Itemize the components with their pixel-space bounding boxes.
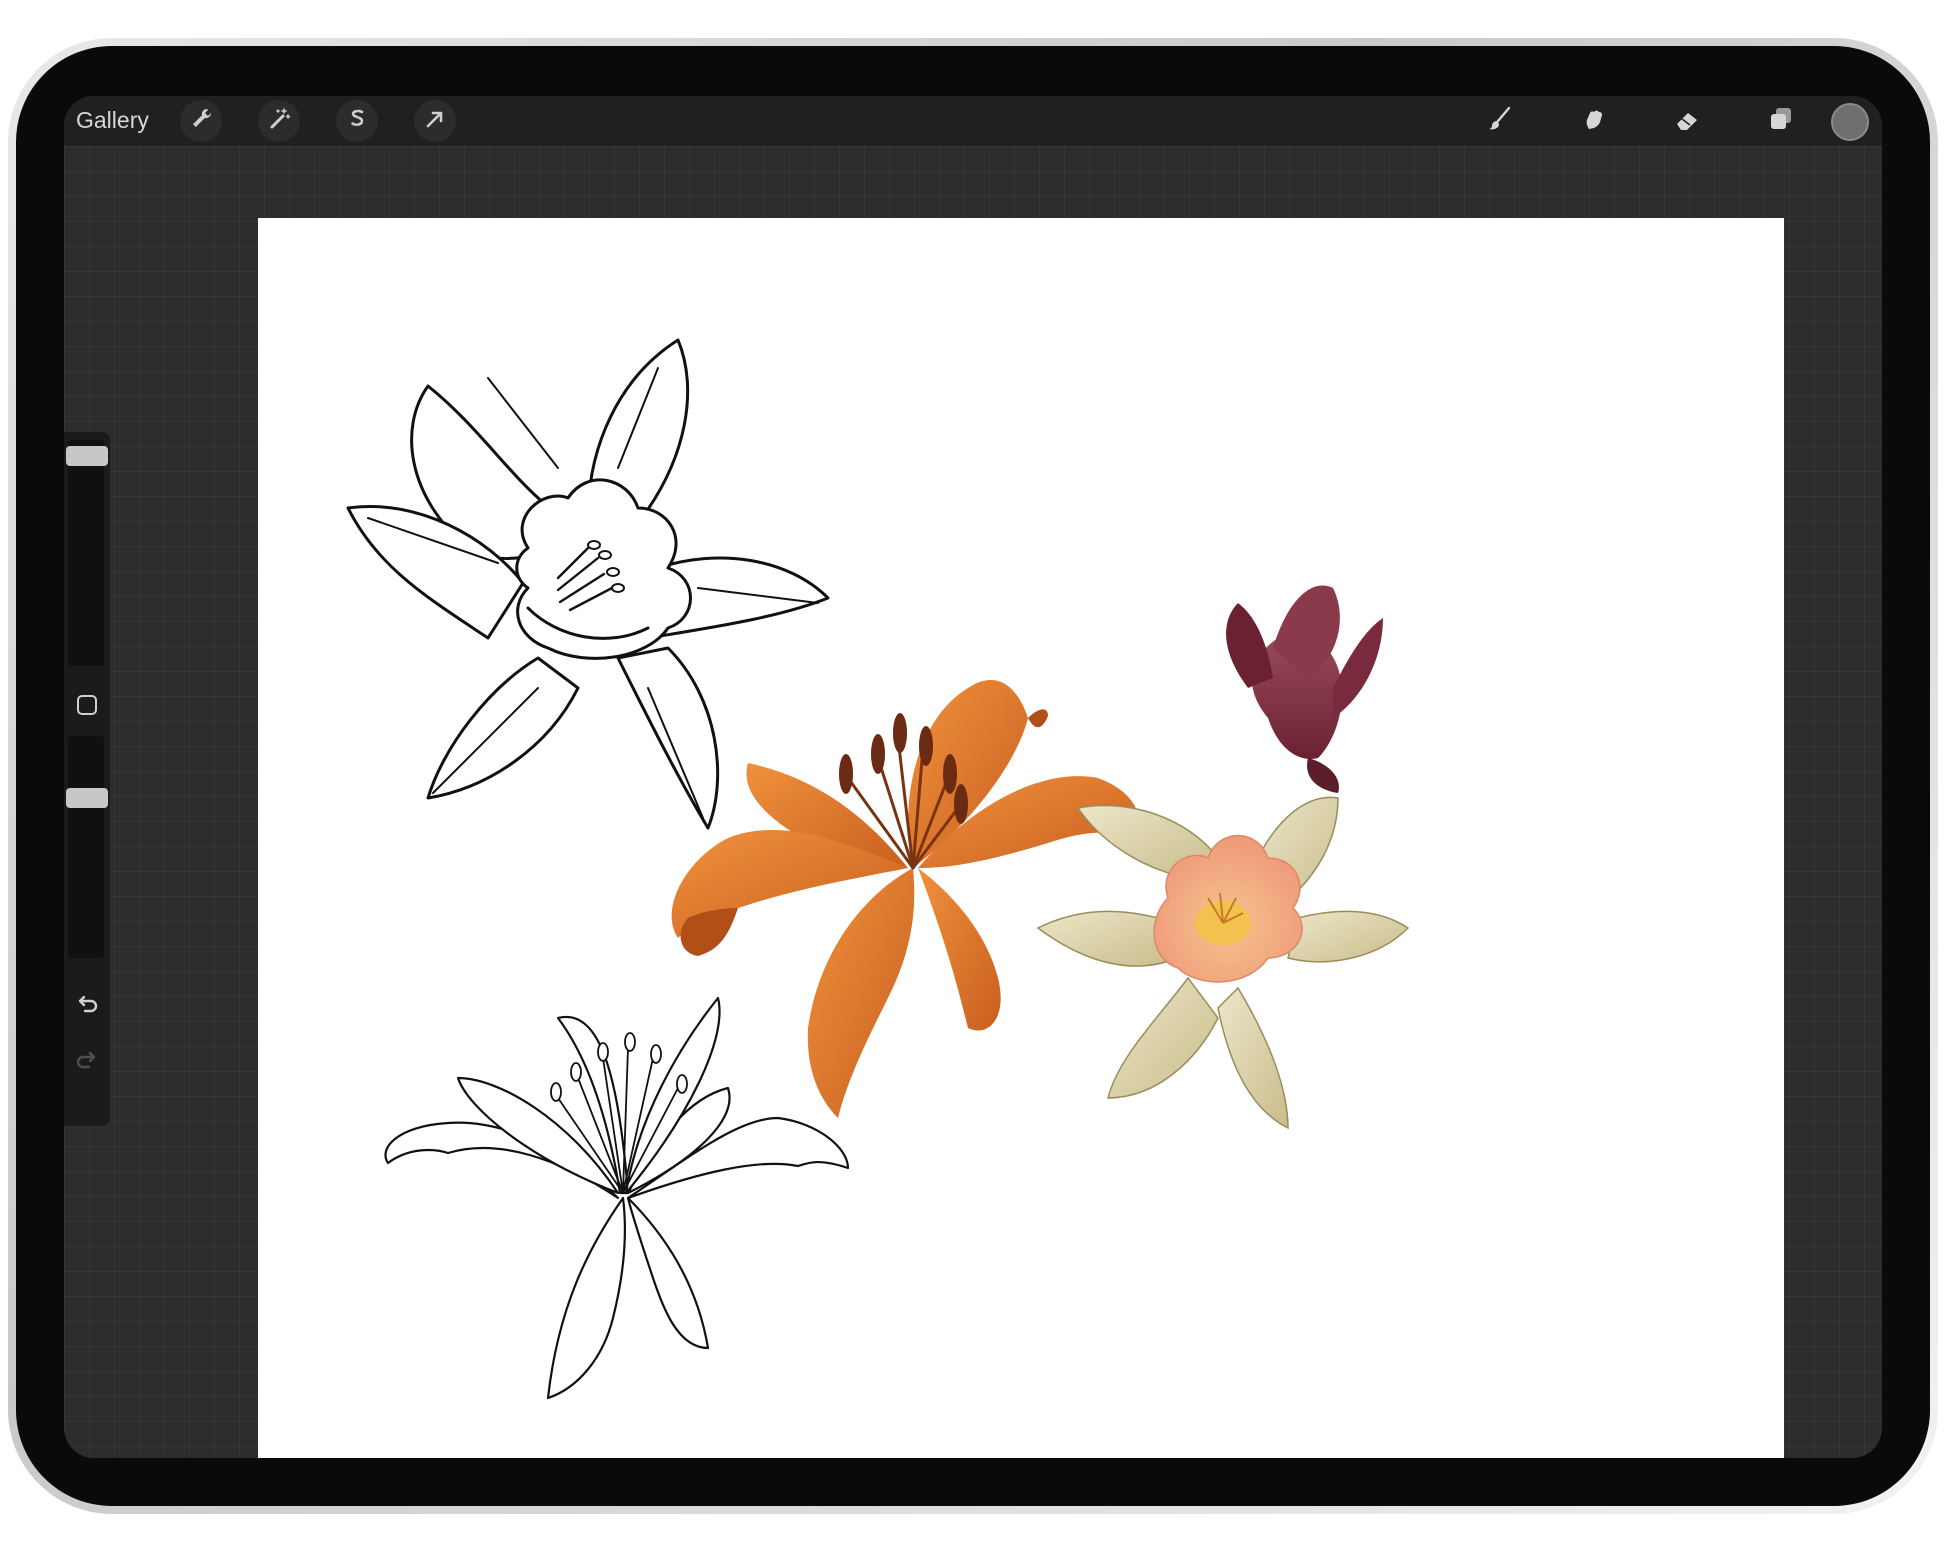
layers-icon bbox=[1767, 105, 1795, 138]
brush-icon bbox=[1485, 105, 1513, 138]
undo-icon bbox=[74, 992, 100, 1023]
undo-button[interactable] bbox=[70, 990, 104, 1024]
orange-lily-painting bbox=[671, 679, 1140, 1118]
arrow-cursor-icon bbox=[421, 105, 449, 138]
daffodil-painting bbox=[1036, 796, 1410, 1130]
lily-line-drawing bbox=[384, 996, 850, 1400]
left-sidebar bbox=[64, 432, 110, 1126]
eraser-button[interactable] bbox=[1666, 100, 1708, 142]
transform-button[interactable] bbox=[414, 100, 456, 142]
selection-s-icon bbox=[343, 105, 371, 138]
magic-wand-icon bbox=[265, 105, 293, 138]
brush-size-slider[interactable] bbox=[68, 440, 104, 666]
redo-icon bbox=[74, 1048, 100, 1079]
selection-button[interactable] bbox=[336, 100, 378, 142]
wrench-icon bbox=[187, 105, 215, 138]
daffodil-line-drawing bbox=[346, 338, 830, 830]
purple-bud-painting bbox=[1226, 585, 1383, 793]
layers-button[interactable] bbox=[1760, 100, 1802, 142]
drawing-canvas[interactable] bbox=[258, 218, 1784, 1458]
color-picker-button[interactable] bbox=[1831, 103, 1869, 141]
app-screen: Gallery bbox=[64, 96, 1882, 1458]
redo-button[interactable] bbox=[70, 1046, 104, 1080]
smudge-finger-icon bbox=[1579, 105, 1607, 138]
smudge-button[interactable] bbox=[1572, 100, 1614, 142]
adjustments-button[interactable] bbox=[258, 100, 300, 142]
actions-button[interactable] bbox=[180, 100, 222, 142]
square-icon bbox=[75, 693, 99, 722]
brush-size-thumb[interactable] bbox=[66, 446, 108, 466]
gallery-button[interactable]: Gallery bbox=[76, 107, 149, 134]
eraser-icon bbox=[1673, 105, 1701, 138]
brush-opacity-thumb[interactable] bbox=[66, 788, 108, 808]
top-toolbar: Gallery bbox=[64, 96, 1882, 146]
brush-button[interactable] bbox=[1478, 100, 1520, 142]
brush-opacity-slider[interactable] bbox=[68, 736, 104, 958]
modify-button[interactable] bbox=[70, 690, 104, 724]
